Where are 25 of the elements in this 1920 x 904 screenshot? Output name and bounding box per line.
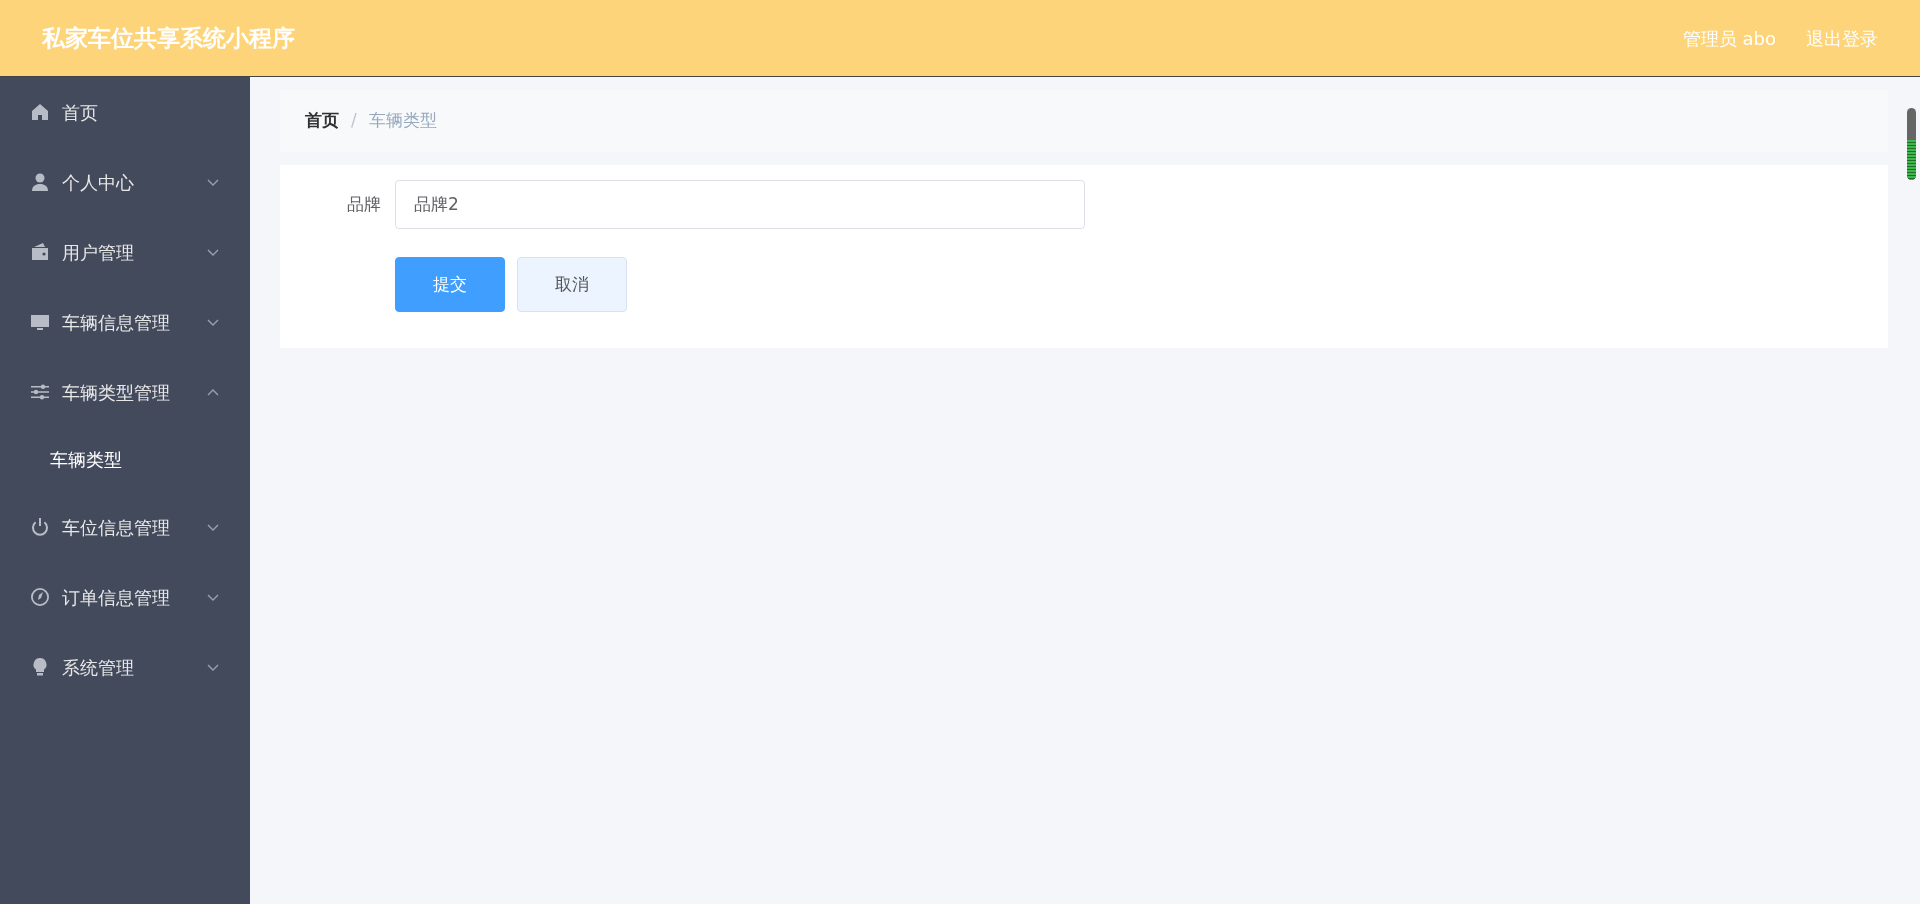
field-label: 品牌 xyxy=(346,192,382,216)
home-icon xyxy=(30,102,50,122)
wallet-icon xyxy=(30,242,50,262)
breadcrumb-link[interactable]: 首页 xyxy=(305,108,339,134)
breadcrumb-current: 车辆类型 xyxy=(368,109,437,133)
sidebar-menu-item[interactable]: 订单信息管理 xyxy=(0,562,250,632)
sidebar-menu-item[interactable]: 个人中心 xyxy=(0,147,250,217)
user-icon xyxy=(30,172,50,192)
sidebar-menu-item[interactable]: 首页 xyxy=(0,77,250,147)
compass-icon xyxy=(30,587,50,607)
sidebar-submenu-item[interactable]: 车辆类型 xyxy=(0,427,250,492)
sidebar-menu-item[interactable]: 车位信息管理 xyxy=(0,492,250,562)
monitor-icon xyxy=(30,312,50,332)
sliders-icon xyxy=(30,382,50,402)
power-icon xyxy=(30,517,50,537)
sidebar-menu-item[interactable]: 系统管理 xyxy=(0,632,250,702)
app-title: 私家车位共享系统小程序 xyxy=(42,23,295,53)
sidebar-menu-item[interactable]: 车辆类型管理 xyxy=(0,357,250,427)
cancel-button[interactable]: 取消 xyxy=(517,257,627,312)
sidebar-menu-item[interactable]: 用户管理 xyxy=(0,217,250,287)
sidebar-menu-item[interactable]: 车辆信息管理 xyxy=(0,287,250,357)
breadcrumb-separator: / xyxy=(351,109,357,133)
admin-user-label: 管理员 abo xyxy=(1682,26,1776,51)
brand-input-field[interactable]: 品牌2 xyxy=(395,180,1085,229)
bulb-icon xyxy=(30,657,50,677)
